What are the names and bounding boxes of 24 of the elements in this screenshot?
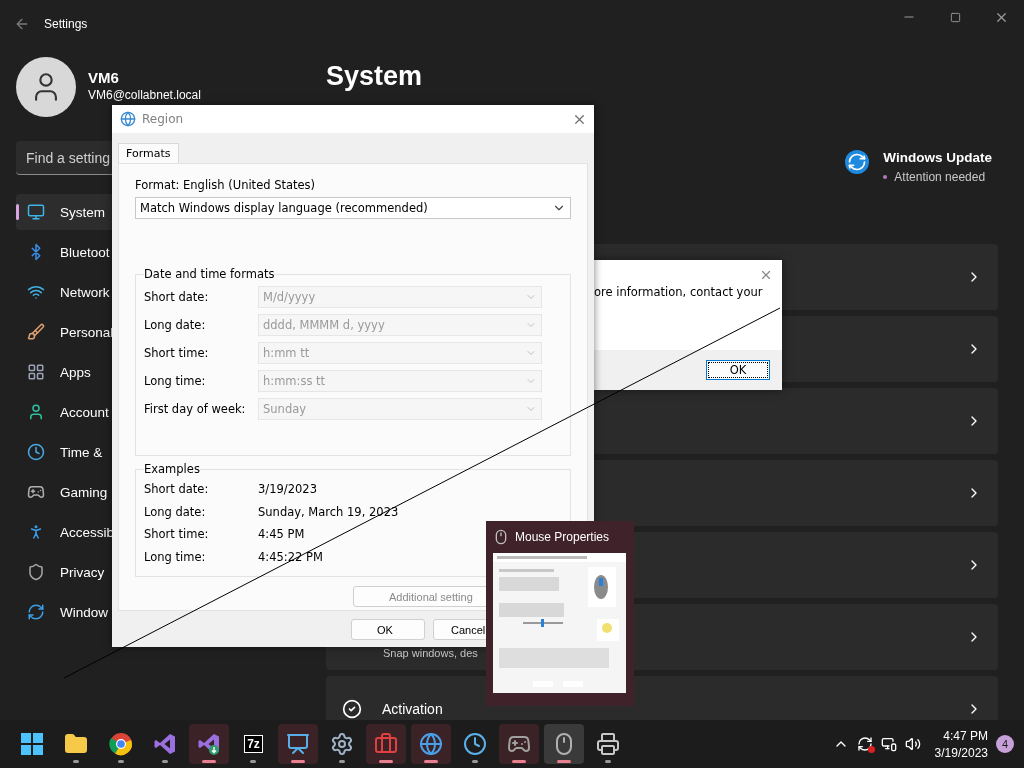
group-title: Date and time formats	[144, 267, 275, 281]
dialog-title: Region	[142, 112, 185, 126]
archive-icon: 7z	[244, 735, 263, 753]
field-label: Long time:	[144, 374, 207, 388]
example-value: 4:45 PM	[258, 527, 305, 542]
field-label: Short time:	[144, 346, 210, 360]
update-status: Attention needed	[883, 170, 992, 184]
example-label: Long time:	[144, 549, 207, 564]
example-label: Long date:	[144, 504, 207, 519]
field-label: Long date:	[144, 318, 207, 332]
example-value: 3/19/2023	[258, 482, 317, 497]
account-email: VM6@collabnet.local	[88, 87, 201, 102]
field-label: First day of week:	[144, 402, 247, 416]
message-text: ore information, contact your	[594, 285, 764, 299]
example-label: Short time:	[144, 527, 210, 542]
group-title: Examples	[144, 462, 200, 476]
format-label: Format: English (United States)	[135, 178, 317, 192]
thumbnail-title: Mouse Properties	[515, 530, 610, 544]
page-heading: System	[326, 60, 424, 93]
window-title: Settings	[44, 17, 89, 31]
example-label: Short date:	[144, 482, 210, 497]
account-name: VM6	[88, 68, 120, 86]
example-value: 4:45:22 PM	[258, 549, 323, 564]
field-label: Short date:	[144, 290, 210, 304]
